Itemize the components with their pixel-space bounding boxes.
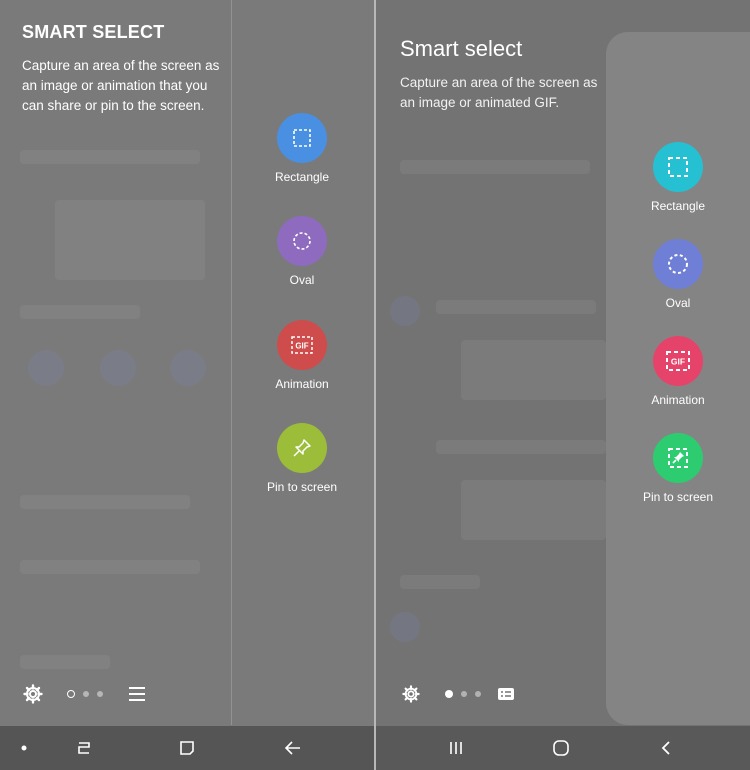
smart-select-panel-new: Smart select Capture an area of the scre… <box>376 0 750 770</box>
tool-label: Oval <box>665 296 691 310</box>
background-blur <box>20 655 110 669</box>
background-blur <box>400 160 590 174</box>
panel-description: Capture an area of the screen as an imag… <box>22 58 220 113</box>
tool-label: Rectangle <box>274 170 330 184</box>
background-blur <box>390 612 420 642</box>
gif-text: GIF <box>295 342 308 351</box>
panel-footer <box>400 682 422 706</box>
background-blur <box>461 340 606 400</box>
tool-label: Pin to screen <box>266 480 338 494</box>
background-blur <box>20 495 190 509</box>
tool-label: Pin to screen <box>642 490 714 504</box>
tool-label: Rectangle <box>650 199 706 213</box>
page-dot-active <box>67 690 75 698</box>
background-blur <box>436 300 596 314</box>
background-blur <box>436 440 606 454</box>
background-blur <box>55 200 205 280</box>
background-blur <box>400 575 480 589</box>
rectangle-select-icon <box>653 142 703 192</box>
background-blur <box>461 480 606 540</box>
background-blur <box>20 305 140 319</box>
background-blur <box>390 296 420 326</box>
page-dot <box>83 691 89 697</box>
list-view-icon[interactable] <box>497 682 515 706</box>
background-blur <box>28 350 64 386</box>
page-indicator <box>67 682 103 706</box>
gif-text: GIF <box>671 357 685 367</box>
oval-select-icon <box>653 239 703 289</box>
tool-label: Oval <box>289 273 315 287</box>
gear-icon[interactable] <box>400 683 422 705</box>
tool-label: Animation <box>275 377 329 391</box>
home-icon[interactable] <box>549 736 573 760</box>
gear-icon[interactable] <box>22 683 44 705</box>
menu-icon[interactable] <box>128 682 146 706</box>
tool-label: Animation <box>651 393 705 407</box>
background-blur <box>100 350 136 386</box>
page-dot <box>475 691 481 697</box>
recent-apps-icon[interactable] <box>72 736 96 760</box>
panel-description: Capture an area of the screen as an imag… <box>400 75 598 110</box>
background-blur <box>170 350 206 386</box>
page-indicator <box>445 682 481 706</box>
panel-footer <box>22 682 44 706</box>
back-arrow-icon[interactable] <box>654 736 678 760</box>
background-blur <box>20 150 200 164</box>
smart-select-panel-old: SMART SELECT Capture an area of the scre… <box>0 0 374 770</box>
gif-animation-icon: GIF <box>277 320 327 370</box>
back-arrow-icon[interactable] <box>281 736 305 760</box>
panel-title: SMART SELECT <box>22 22 165 42</box>
oval-tool[interactable]: Oval <box>623 239 733 310</box>
panel-title: Smart select <box>400 36 523 61</box>
animation-tool[interactable]: GIF Animation <box>247 320 357 391</box>
rectangle-tool[interactable]: Rectangle <box>623 142 733 213</box>
oval-tool[interactable]: Oval <box>247 216 357 287</box>
navigation-bar <box>376 726 750 770</box>
page-dot <box>461 691 467 697</box>
rectangle-tool[interactable]: Rectangle <box>247 113 357 184</box>
pin-to-screen-tool[interactable]: Pin to screen <box>623 433 733 504</box>
rectangle-select-icon <box>277 113 327 163</box>
pin-to-screen-tool[interactable]: Pin to screen <box>247 423 357 494</box>
pin-icon <box>277 423 327 473</box>
page-dot-active <box>445 690 453 698</box>
recent-apps-icon[interactable] <box>444 736 468 760</box>
pin-icon <box>653 433 703 483</box>
navigation-bar <box>0 726 374 770</box>
animation-tool[interactable]: GIF Animation <box>623 336 733 407</box>
oval-select-icon <box>277 216 327 266</box>
background-blur <box>20 560 200 574</box>
nav-dot-icon <box>12 736 36 760</box>
home-icon[interactable] <box>175 736 199 760</box>
page-dot <box>97 691 103 697</box>
gif-animation-icon: GIF <box>653 336 703 386</box>
